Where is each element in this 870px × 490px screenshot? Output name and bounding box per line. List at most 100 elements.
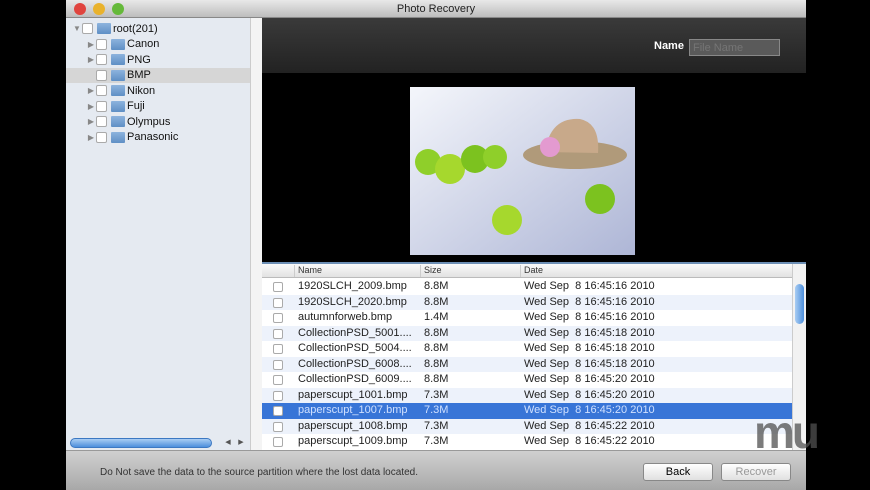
footer-bar: Do Not save the data to the source parti… xyxy=(66,450,806,490)
table-row[interactable]: paperscupt_1008.bmp 7.3M Wed Sep 8 16:45:2… xyxy=(262,418,792,434)
tree-item[interactable]: ▼ root(201) xyxy=(66,21,250,36)
folder-icon xyxy=(111,69,125,81)
zoom-button[interactable] xyxy=(112,3,124,15)
file-name: paperscupt_1009.bmp xyxy=(298,435,408,447)
minimize-button[interactable] xyxy=(93,3,105,15)
file-date: Wed Sep 8 16:45:18 2010 xyxy=(524,357,655,370)
row-checkbox[interactable] xyxy=(273,437,283,447)
disclosure-closed-icon[interactable]: ▶ xyxy=(86,102,96,111)
scroll-left-icon[interactable]: ◀ xyxy=(222,438,234,448)
row-checkbox[interactable] xyxy=(273,359,283,370)
file-size: 8.8M xyxy=(424,342,449,354)
tree-item[interactable]: ▶ PNG xyxy=(66,52,250,67)
row-checkbox[interactable] xyxy=(273,375,283,385)
tree-checkbox[interactable] xyxy=(96,69,107,81)
search-header: Name xyxy=(262,18,806,73)
file-date: Wed Sep 8 16:45:20 2010 xyxy=(524,373,655,385)
file-name: CollectionPSD_5001.... xyxy=(298,326,412,339)
tree-checkbox[interactable] xyxy=(96,116,107,127)
file-name: paperscupt_1007.bmp xyxy=(298,404,408,416)
tree-checkbox[interactable] xyxy=(96,38,107,50)
tree-item[interactable]: ▶ Panasonic xyxy=(66,130,250,145)
tree-item[interactable]: BMP xyxy=(66,67,250,83)
tree-item[interactable]: ▶ Fuji xyxy=(66,99,250,114)
column-size[interactable]: Size xyxy=(420,265,442,277)
table-row[interactable]: 1920SLCH_2020.bmp 8.8M Wed Sep 8 16:45:16 … xyxy=(262,294,792,310)
file-date: Wed Sep 8 16:45:16 2010 xyxy=(524,295,655,308)
file-date: Wed Sep 8 16:45:20 2010 xyxy=(524,404,655,416)
folder-icon xyxy=(111,38,125,50)
tree-item-label: Fuji xyxy=(127,100,145,112)
disclosure-closed-icon[interactable]: ▶ xyxy=(86,40,96,49)
file-date: Wed Sep 8 16:45:16 2010 xyxy=(524,311,655,323)
scroll-right-icon[interactable]: ▶ xyxy=(235,438,247,448)
recover-button[interactable]: Recover xyxy=(721,463,791,481)
file-name: 1920SLCH_2020.bmp xyxy=(298,295,407,308)
table-row[interactable]: paperscupt_1001.bmp 7.3M Wed Sep 8 16:45:2… xyxy=(262,387,792,403)
sidebar-divider[interactable] xyxy=(250,18,262,450)
file-size: 8.8M xyxy=(424,326,449,339)
folder-tree: ▼ root(201) ▶ Canon ▶ PNG BMP ▶ Nikon ▶ Fuji ▶ Olymp… xyxy=(66,18,250,450)
table-header: Name Size Date xyxy=(262,264,792,278)
close-button[interactable] xyxy=(74,3,86,15)
file-name: 1920SLCH_2009.bmp xyxy=(298,280,407,292)
file-size: 1.4M xyxy=(424,311,449,323)
file-size: 7.3M xyxy=(424,435,449,447)
back-button[interactable]: Back xyxy=(643,463,713,481)
row-checkbox[interactable] xyxy=(273,390,283,401)
disclosure-closed-icon[interactable]: ▶ xyxy=(86,117,96,126)
table-row[interactable]: paperscupt_1007.bmp 7.3M Wed Sep 8 16:45:2… xyxy=(262,403,792,419)
tree-item-label: root(201) xyxy=(113,22,158,35)
file-date: Wed Sep 8 16:45:20 2010 xyxy=(524,388,655,401)
row-checkbox[interactable] xyxy=(273,313,283,323)
name-label: Name xyxy=(654,40,684,52)
tree-item[interactable]: ▶ Nikon xyxy=(66,83,250,98)
table-row[interactable]: autumnforweb.bmp 1.4M Wed Sep 8 16:45:16 2… xyxy=(262,310,792,326)
scrollbar-thumb[interactable] xyxy=(795,284,804,324)
tree-item[interactable]: ▶ Canon xyxy=(66,37,250,52)
table-row[interactable]: CollectionPSD_5001.... 8.8M Wed Sep 8 16:4… xyxy=(262,325,792,341)
column-date[interactable]: Date xyxy=(520,265,543,277)
tree-checkbox[interactable] xyxy=(82,23,93,34)
disclosure-open-icon[interactable]: ▼ xyxy=(72,24,82,33)
horizontal-scrollbar[interactable] xyxy=(70,438,212,448)
table-row[interactable]: CollectionPSD_6009.... 8.8M Wed Sep 8 16:4… xyxy=(262,372,792,388)
file-date: Wed Sep 8 16:45:18 2010 xyxy=(524,326,655,339)
file-name: paperscupt_1001.bmp xyxy=(298,388,408,401)
tree-checkbox[interactable] xyxy=(96,85,107,96)
row-checkbox[interactable] xyxy=(273,297,283,308)
column-name[interactable]: Name xyxy=(294,265,322,277)
row-checkbox[interactable] xyxy=(273,282,283,292)
app-window: Photo Recovery ▼ root(201) ▶ Canon ▶ PNG BMP ▶ N… xyxy=(66,0,820,490)
disclosure-closed-icon[interactable]: ▶ xyxy=(86,55,96,64)
tree-item-label: Canon xyxy=(127,38,160,50)
photo-preview xyxy=(410,87,635,255)
tree-item-label: BMP xyxy=(127,69,151,81)
disclosure-closed-icon[interactable]: ▶ xyxy=(86,86,96,95)
tree-item[interactable]: ▶ Olympus xyxy=(66,114,250,129)
file-name: paperscupt_1008.bmp xyxy=(298,419,408,432)
folder-icon xyxy=(111,131,125,143)
row-checkbox[interactable] xyxy=(273,421,283,432)
table-row[interactable]: CollectionPSD_5004.... 8.8M Wed Sep 8 16:4… xyxy=(262,341,792,357)
file-size: 8.8M xyxy=(424,357,449,370)
warning-text: Do Not save the data to the source parti… xyxy=(100,467,418,478)
tree-checkbox[interactable] xyxy=(96,131,107,143)
row-checkbox[interactable] xyxy=(273,344,283,354)
file-name: autumnforweb.bmp xyxy=(298,311,393,323)
file-size: 8.8M xyxy=(424,280,449,292)
folder-icon xyxy=(111,100,125,112)
table-row[interactable]: 1920SLCH_2009.bmp 8.8M Wed Sep 8 16:45:16 … xyxy=(262,279,792,295)
table-row[interactable]: CollectionPSD_6008.... 8.8M Wed Sep 8 16:4… xyxy=(262,356,792,372)
file-name-input[interactable] xyxy=(689,39,780,56)
row-checkbox[interactable] xyxy=(273,328,283,339)
disclosure-closed-icon[interactable]: ▶ xyxy=(86,133,96,142)
tree-checkbox[interactable] xyxy=(96,54,107,65)
file-size: 8.8M xyxy=(424,295,449,308)
tree-checkbox[interactable] xyxy=(96,100,107,112)
folder-icon xyxy=(111,54,125,65)
file-name: CollectionPSD_5004.... xyxy=(298,342,412,354)
table-row[interactable]: paperscupt_1009.bmp 7.3M Wed Sep 8 16:45:2… xyxy=(262,434,792,450)
tree-item-label: PNG xyxy=(127,53,151,66)
row-checkbox[interactable] xyxy=(273,406,283,416)
